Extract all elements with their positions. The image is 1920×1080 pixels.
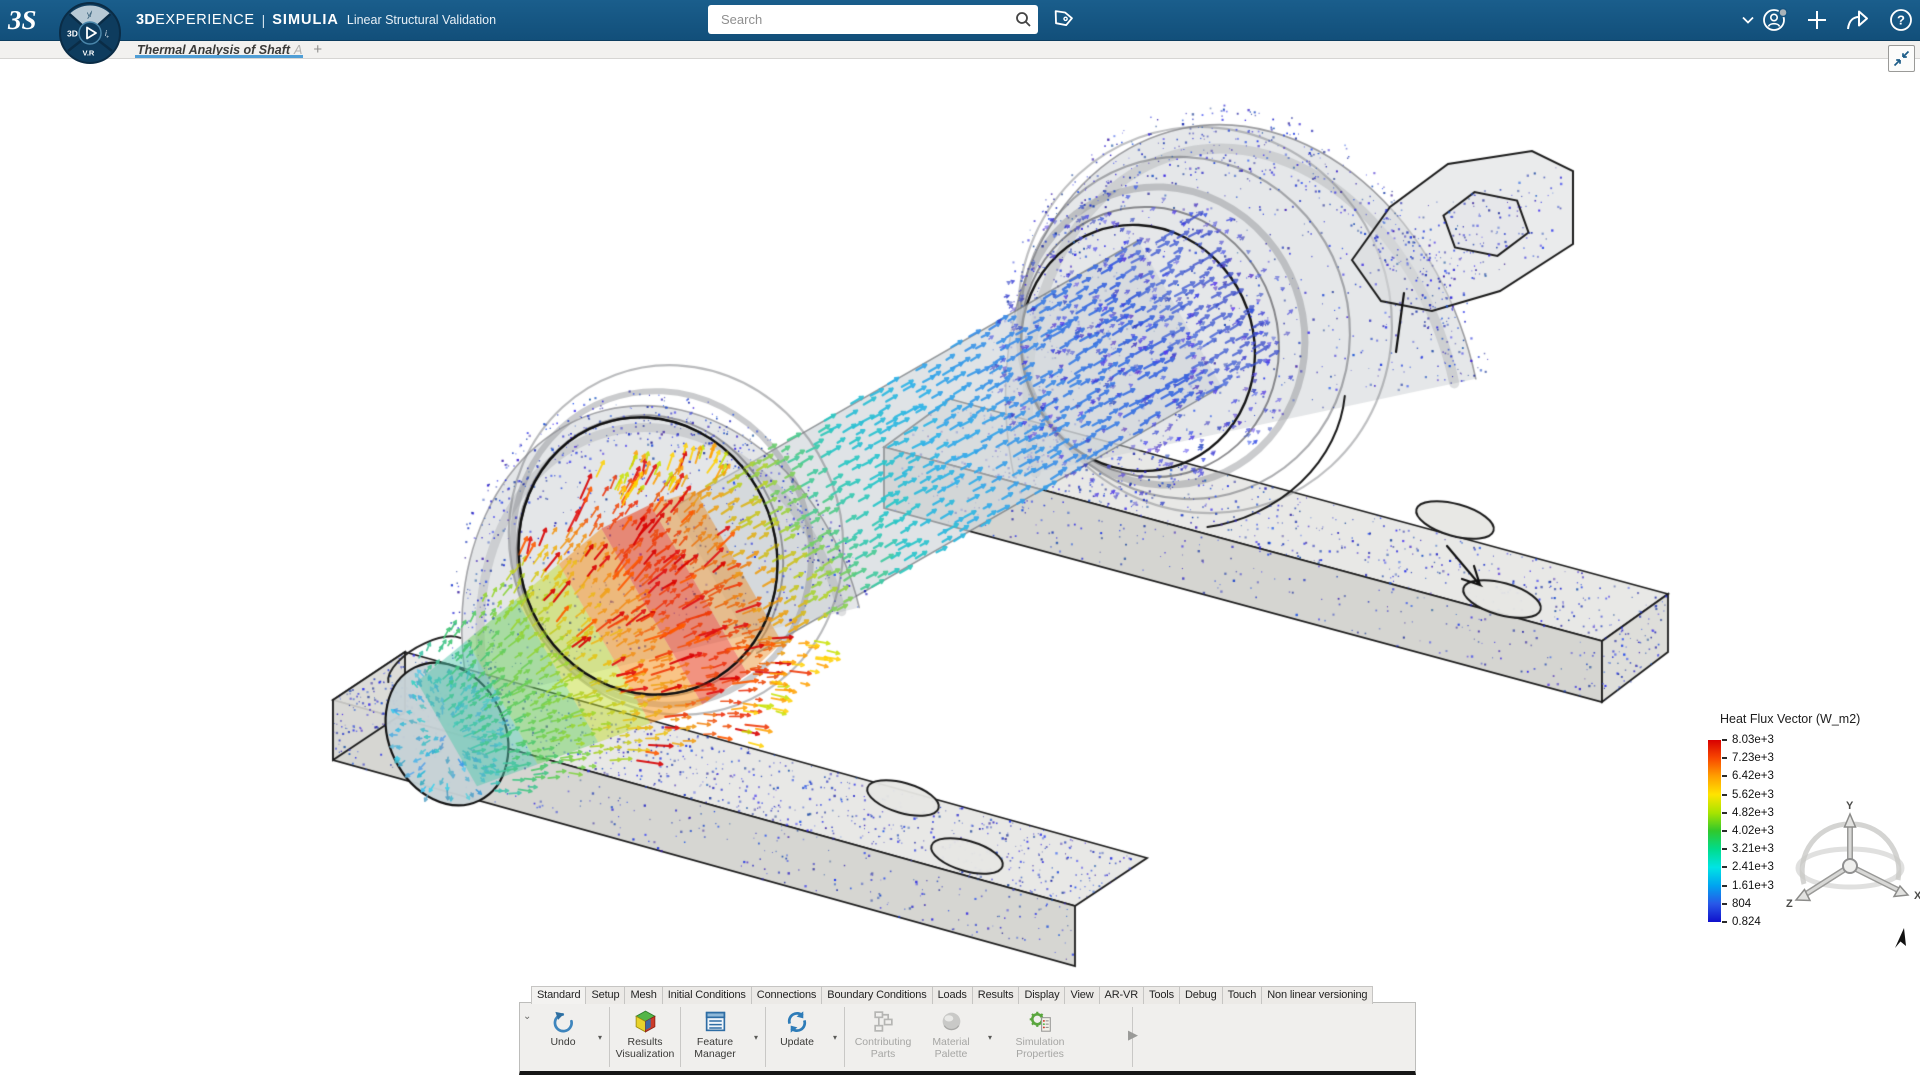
brand-divider: | xyxy=(262,12,266,28)
svg-text:?: ? xyxy=(1897,13,1905,28)
active-tab-indicator xyxy=(135,55,303,58)
ribbon-tab-loads[interactable]: Loads xyxy=(932,986,973,1004)
app-title: 3DEXPERIENCE | SIMULIA Linear Structural… xyxy=(136,0,496,40)
legend-value: 1.61e+3 xyxy=(1732,880,1774,892)
ribbon-tab-tools[interactable]: Tools xyxy=(1143,986,1180,1004)
undo-label: Undo xyxy=(550,1037,575,1049)
legend-value: 3.21e+3 xyxy=(1732,843,1774,855)
results-visualization-label: Results Visualization xyxy=(611,1037,679,1061)
user-avatar-icon[interactable] xyxy=(1758,0,1792,40)
material-palette-button: Material Palette xyxy=(920,1005,982,1069)
undo-dropdown-icon[interactable]: ▾ xyxy=(592,1005,608,1069)
brand-experience: EXPERIENCE xyxy=(155,12,254,28)
contributing-parts-icon xyxy=(871,1008,896,1035)
legend-value: 4.82e+3 xyxy=(1732,807,1774,819)
contributing-parts-button: Contributing Parts xyxy=(846,1005,920,1069)
3ds-logo-icon[interactable]: 3S xyxy=(8,2,56,38)
update-dropdown-icon[interactable]: ▾ xyxy=(827,1005,843,1069)
legend-value: 6.42e+3 xyxy=(1732,770,1774,782)
legend-value: 7.23e+3 xyxy=(1732,752,1774,764)
simulation-properties-label: Simulation Properties xyxy=(998,1037,1082,1061)
collapse-window-button[interactable] xyxy=(1888,45,1915,72)
simulation-properties-icon xyxy=(1027,1008,1053,1035)
material-palette-label: Material Palette xyxy=(920,1037,982,1061)
legend-value: 8.03e+3 xyxy=(1732,734,1774,746)
ribbon-toolbar: ⌄ Undo ▾ Results Visual xyxy=(519,1002,1416,1075)
triad-z-label: Z xyxy=(1786,898,1793,910)
svg-text:i˿: i˿ xyxy=(105,29,109,38)
feature-manager-dropdown-icon[interactable]: ▾ xyxy=(748,1005,764,1069)
search-icon[interactable] xyxy=(1008,5,1038,34)
brand-product: SIMULIA xyxy=(272,12,339,28)
3d-viewport[interactable] xyxy=(0,0,1920,1080)
app-name: Linear Structural Validation xyxy=(347,13,496,27)
search-box[interactable] xyxy=(708,5,1038,34)
ribbon-tab-initial-conditions[interactable]: Initial Conditions xyxy=(662,986,752,1004)
results-visualization-icon xyxy=(633,1008,658,1035)
ribbon-tab-debug[interactable]: Debug xyxy=(1179,986,1223,1004)
ribbon-tab-display[interactable]: Display xyxy=(1018,986,1065,1004)
legend-value: 4.02e+3 xyxy=(1732,825,1774,837)
triad-y-label: Y xyxy=(1846,800,1854,812)
toolbar-collapse-icon[interactable]: ⌄ xyxy=(523,1011,531,1022)
feature-manager-label: Feature Manager xyxy=(682,1037,748,1061)
new-tab-button[interactable]: + xyxy=(313,41,322,58)
contributing-parts-label: Contributing Parts xyxy=(846,1037,920,1061)
triad-x-label: X xyxy=(1914,890,1920,902)
compass-3d-label: 3D xyxy=(67,29,78,39)
ribbon-tab-mesh[interactable]: Mesh xyxy=(624,986,662,1004)
ribbon-tab-strip: Standard Setup Mesh Initial Conditions C… xyxy=(532,986,1373,1004)
simulation-properties-button: Simulation Properties xyxy=(998,1005,1082,1069)
ribbon-tab-boundary-conditions[interactable]: Boundary Conditions xyxy=(821,986,932,1004)
legend-value: 5.62e+3 xyxy=(1732,789,1774,801)
help-icon[interactable]: ? xyxy=(1886,0,1916,40)
ribbon-tab-results[interactable]: Results xyxy=(972,986,1020,1004)
update-label: Update xyxy=(780,1037,814,1049)
compass-vr-label: V.R xyxy=(83,49,95,58)
top-bar: 3S 3DEXPERIENCE | SIMULIA Linear Structu… xyxy=(0,0,1920,41)
material-palette-icon xyxy=(939,1008,964,1035)
3d-compass[interactable]: 3D V.R y̸ i˿ xyxy=(58,1,122,65)
update-icon xyxy=(784,1008,810,1035)
ribbon-tab-connections[interactable]: Connections xyxy=(751,986,823,1004)
legend-value: 0.824 xyxy=(1732,916,1761,928)
legend-title: Heat Flux Vector (W_m2) xyxy=(1720,712,1915,726)
legend-value: 804 xyxy=(1732,898,1751,910)
undo-icon xyxy=(551,1008,576,1035)
results-visualization-button[interactable]: Results Visualization xyxy=(611,1005,679,1069)
legend-value: 2.41e+3 xyxy=(1732,861,1774,873)
brand-3d: 3D xyxy=(136,12,155,28)
legend-labels: 8.03e+3 7.23e+3 6.42e+3 5.62e+3 4.82e+3 … xyxy=(1722,734,1774,928)
view-axis-triad[interactable]: Y X Z xyxy=(1786,798,1920,928)
tag-icon[interactable] xyxy=(1046,6,1074,34)
mouse-cursor xyxy=(1886,926,1910,961)
feature-manager-button[interactable]: Feature Manager xyxy=(682,1005,748,1069)
update-button[interactable]: Update xyxy=(767,1005,827,1069)
ribbon-tab-view[interactable]: View xyxy=(1064,986,1099,1004)
toolbar-more-arrow[interactable]: ▶ xyxy=(1128,1027,1138,1043)
feature-manager-icon xyxy=(703,1008,728,1035)
chevron-down-icon[interactable] xyxy=(1738,0,1758,40)
ribbon-tab-non-linear-versioning[interactable]: Non linear versioning xyxy=(1261,986,1373,1004)
ribbon-tab-standard[interactable]: Standard xyxy=(531,986,586,1004)
material-palette-dropdown-icon: ▾ xyxy=(982,1005,998,1069)
ribbon-tab-setup[interactable]: Setup xyxy=(585,986,625,1004)
legend-colorbar xyxy=(1708,740,1721,922)
search-input[interactable] xyxy=(708,12,1008,27)
share-icon[interactable] xyxy=(1843,0,1873,40)
ribbon-tab-ar-vr[interactable]: AR-VR xyxy=(1099,986,1144,1004)
application-window: 3S 3DEXPERIENCE | SIMULIA Linear Structu… xyxy=(0,0,1920,1080)
add-content-icon[interactable] xyxy=(1803,0,1831,40)
ribbon-tab-touch[interactable]: Touch xyxy=(1222,986,1263,1004)
undo-button[interactable]: Undo xyxy=(534,1005,592,1069)
